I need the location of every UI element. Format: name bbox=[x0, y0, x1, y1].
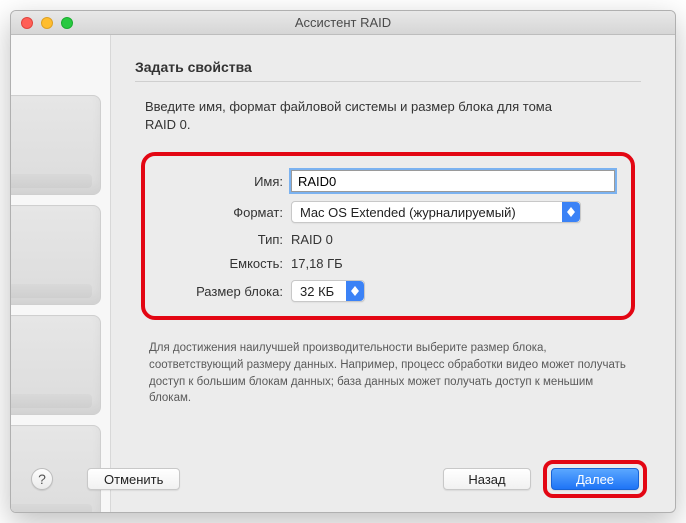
format-select[interactable]: Mac OS Extended (журналируемый) bbox=[291, 201, 581, 223]
back-button[interactable]: Назад bbox=[443, 468, 531, 490]
name-label: Имя: bbox=[161, 174, 291, 189]
format-label: Формат: bbox=[161, 205, 291, 220]
disk-icon bbox=[11, 315, 101, 415]
format-select-value: Mac OS Extended (журналируемый) bbox=[300, 205, 562, 220]
main-panel: Задать свойства Введите имя, формат файл… bbox=[111, 35, 675, 512]
page-heading: Задать свойства bbox=[135, 59, 641, 75]
titlebar: Ассистент RAID bbox=[11, 11, 675, 35]
window-title: Ассистент RAID bbox=[11, 15, 675, 30]
next-button[interactable]: Далее bbox=[551, 468, 639, 490]
chevron-updown-icon bbox=[562, 202, 580, 222]
next-button-highlight: Далее bbox=[543, 460, 647, 498]
block-size-value: 32 КБ bbox=[300, 284, 346, 299]
capacity-label: Емкость: bbox=[161, 256, 291, 271]
type-value: RAID 0 bbox=[291, 232, 333, 247]
capacity-value: 17,18 ГБ bbox=[291, 256, 343, 271]
zoom-icon[interactable] bbox=[61, 17, 73, 29]
raid-assistant-window: Ассистент RAID Задать свойства Введите и… bbox=[10, 10, 676, 513]
chevron-updown-icon bbox=[346, 281, 364, 301]
help-icon: ? bbox=[38, 471, 46, 487]
sidebar-illustration bbox=[11, 35, 111, 512]
minimize-icon[interactable] bbox=[41, 17, 53, 29]
footer: ? Отменить Назад Далее bbox=[11, 460, 675, 498]
disk-icon bbox=[11, 205, 101, 305]
disk-icon bbox=[11, 95, 101, 195]
close-icon[interactable] bbox=[21, 17, 33, 29]
hint-text: Для достижения наилучшей производительно… bbox=[135, 340, 641, 407]
cancel-button[interactable]: Отменить bbox=[87, 468, 180, 490]
block-size-label: Размер блока: bbox=[161, 284, 291, 299]
window-controls bbox=[11, 17, 73, 29]
intro-text: Введите имя, формат файловой системы и р… bbox=[135, 98, 641, 134]
help-button[interactable]: ? bbox=[31, 468, 53, 490]
name-input[interactable] bbox=[291, 170, 615, 192]
type-label: Тип: bbox=[161, 232, 291, 247]
properties-group: Имя: Формат: Mac OS Extended (журналируе… bbox=[141, 152, 635, 320]
block-size-select[interactable]: 32 КБ bbox=[291, 280, 365, 302]
divider bbox=[135, 81, 641, 82]
